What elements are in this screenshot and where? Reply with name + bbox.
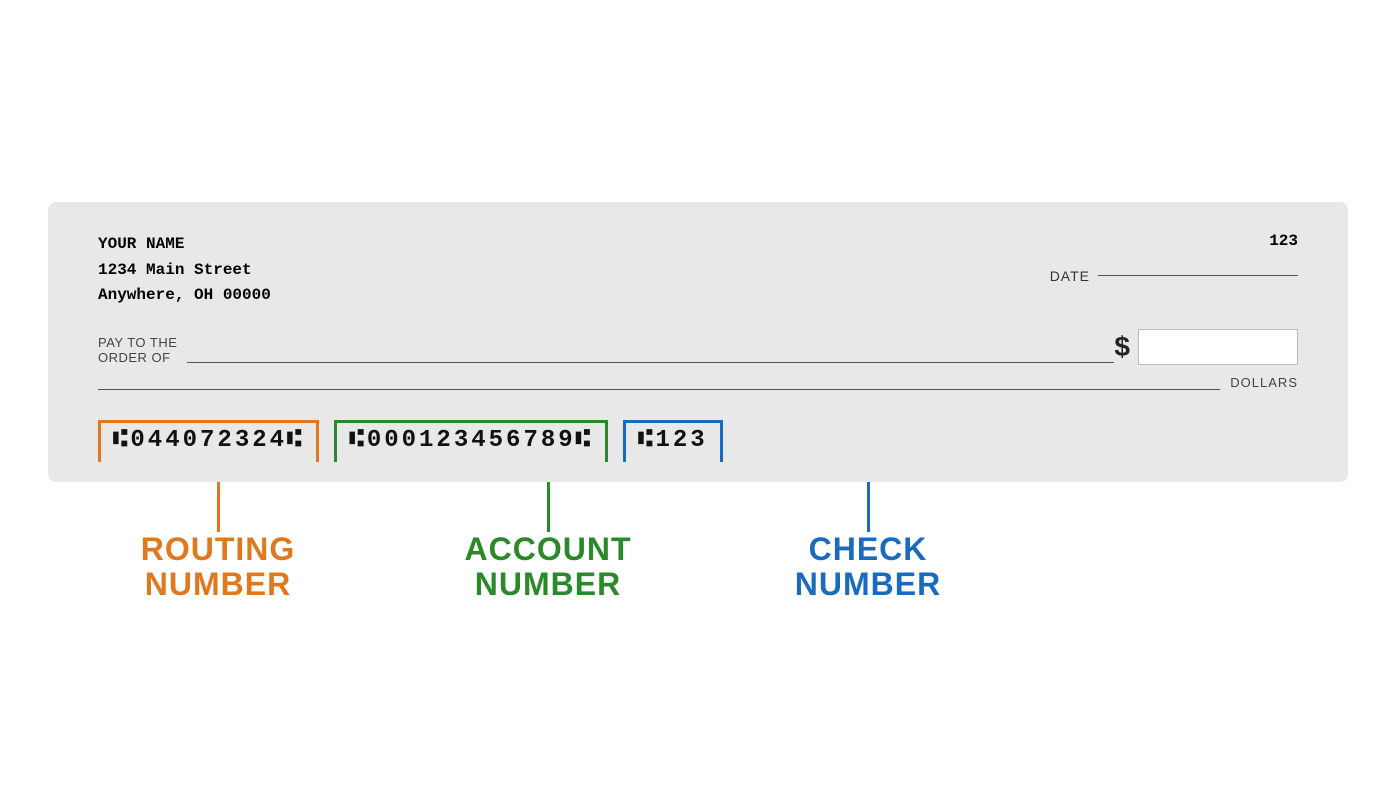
check-number: 123 (1269, 232, 1298, 250)
check-micr-text: ⑆123 (638, 427, 708, 454)
check-top-section: YOUR NAME 1234 Main Street Anywhere, OH … (98, 232, 1298, 309)
check-label-group: CHECK NUMBER (768, 482, 968, 602)
account-connector (547, 482, 550, 532)
account-label-group: ACCOUNT NUMBER (408, 482, 688, 602)
check-name: YOUR NAME (98, 232, 271, 258)
date-label: DATE (1050, 268, 1090, 284)
account-label: ACCOUNT NUMBER (465, 532, 632, 602)
dollars-row: DOLLARS (98, 375, 1298, 390)
check-address1: 1234 Main Street (98, 258, 271, 284)
pay-to-line (187, 362, 1114, 363)
page-container: YOUR NAME 1234 Main Street Anywhere, OH … (28, 202, 1368, 602)
pay-to-row: PAY TO THE ORDER OF $ (98, 329, 1298, 365)
routing-micr-text: ⑆044072324⑆ (113, 427, 304, 454)
account-bracket: ⑆000123456789⑆ (334, 420, 608, 462)
micr-section: ⑆044072324⑆ ⑆000123456789⑆ ⑆123 (98, 420, 1298, 462)
account-label-line2: NUMBER (465, 567, 632, 602)
dollar-sign: $ (1114, 331, 1130, 363)
check-connector (867, 482, 870, 532)
check-date-row: DATE (1050, 268, 1298, 284)
routing-bracket: ⑆044072324⑆ (98, 420, 319, 462)
date-line (1098, 275, 1298, 276)
check-name-address: YOUR NAME 1234 Main Street Anywhere, OH … (98, 232, 271, 309)
pay-to-line1: PAY TO THE (98, 335, 177, 350)
pay-to-label: PAY TO THE ORDER OF (98, 335, 177, 365)
routing-label-line2: NUMBER (141, 567, 296, 602)
labels-row: ROUTING NUMBER ACCOUNT NUMBER CHECK NUMB… (48, 482, 1348, 602)
routing-label-group: ROUTING NUMBER (98, 482, 338, 602)
pay-to-group: PAY TO THE ORDER OF (98, 335, 1114, 365)
check-bracket: ⑆123 (623, 420, 723, 462)
amount-box (1138, 329, 1298, 365)
routing-label-line1: ROUTING (141, 532, 296, 567)
routing-connector (217, 482, 220, 532)
dollars-label: DOLLARS (1230, 375, 1298, 390)
check-image: YOUR NAME 1234 Main Street Anywhere, OH … (48, 202, 1348, 482)
dollars-line (98, 389, 1220, 390)
pay-to-line2: ORDER OF (98, 350, 177, 365)
account-label-line1: ACCOUNT (465, 532, 632, 567)
dollar-box: $ (1114, 329, 1298, 365)
routing-label: ROUTING NUMBER (141, 532, 296, 602)
check-label-line2: NUMBER (795, 567, 941, 602)
check-address2: Anywhere, OH 00000 (98, 283, 271, 309)
check-top-right: 123 DATE (1050, 232, 1298, 284)
check-label-line1: CHECK (795, 532, 941, 567)
account-micr-text: ⑆000123456789⑆ (349, 427, 593, 454)
check-label: CHECK NUMBER (795, 532, 941, 602)
